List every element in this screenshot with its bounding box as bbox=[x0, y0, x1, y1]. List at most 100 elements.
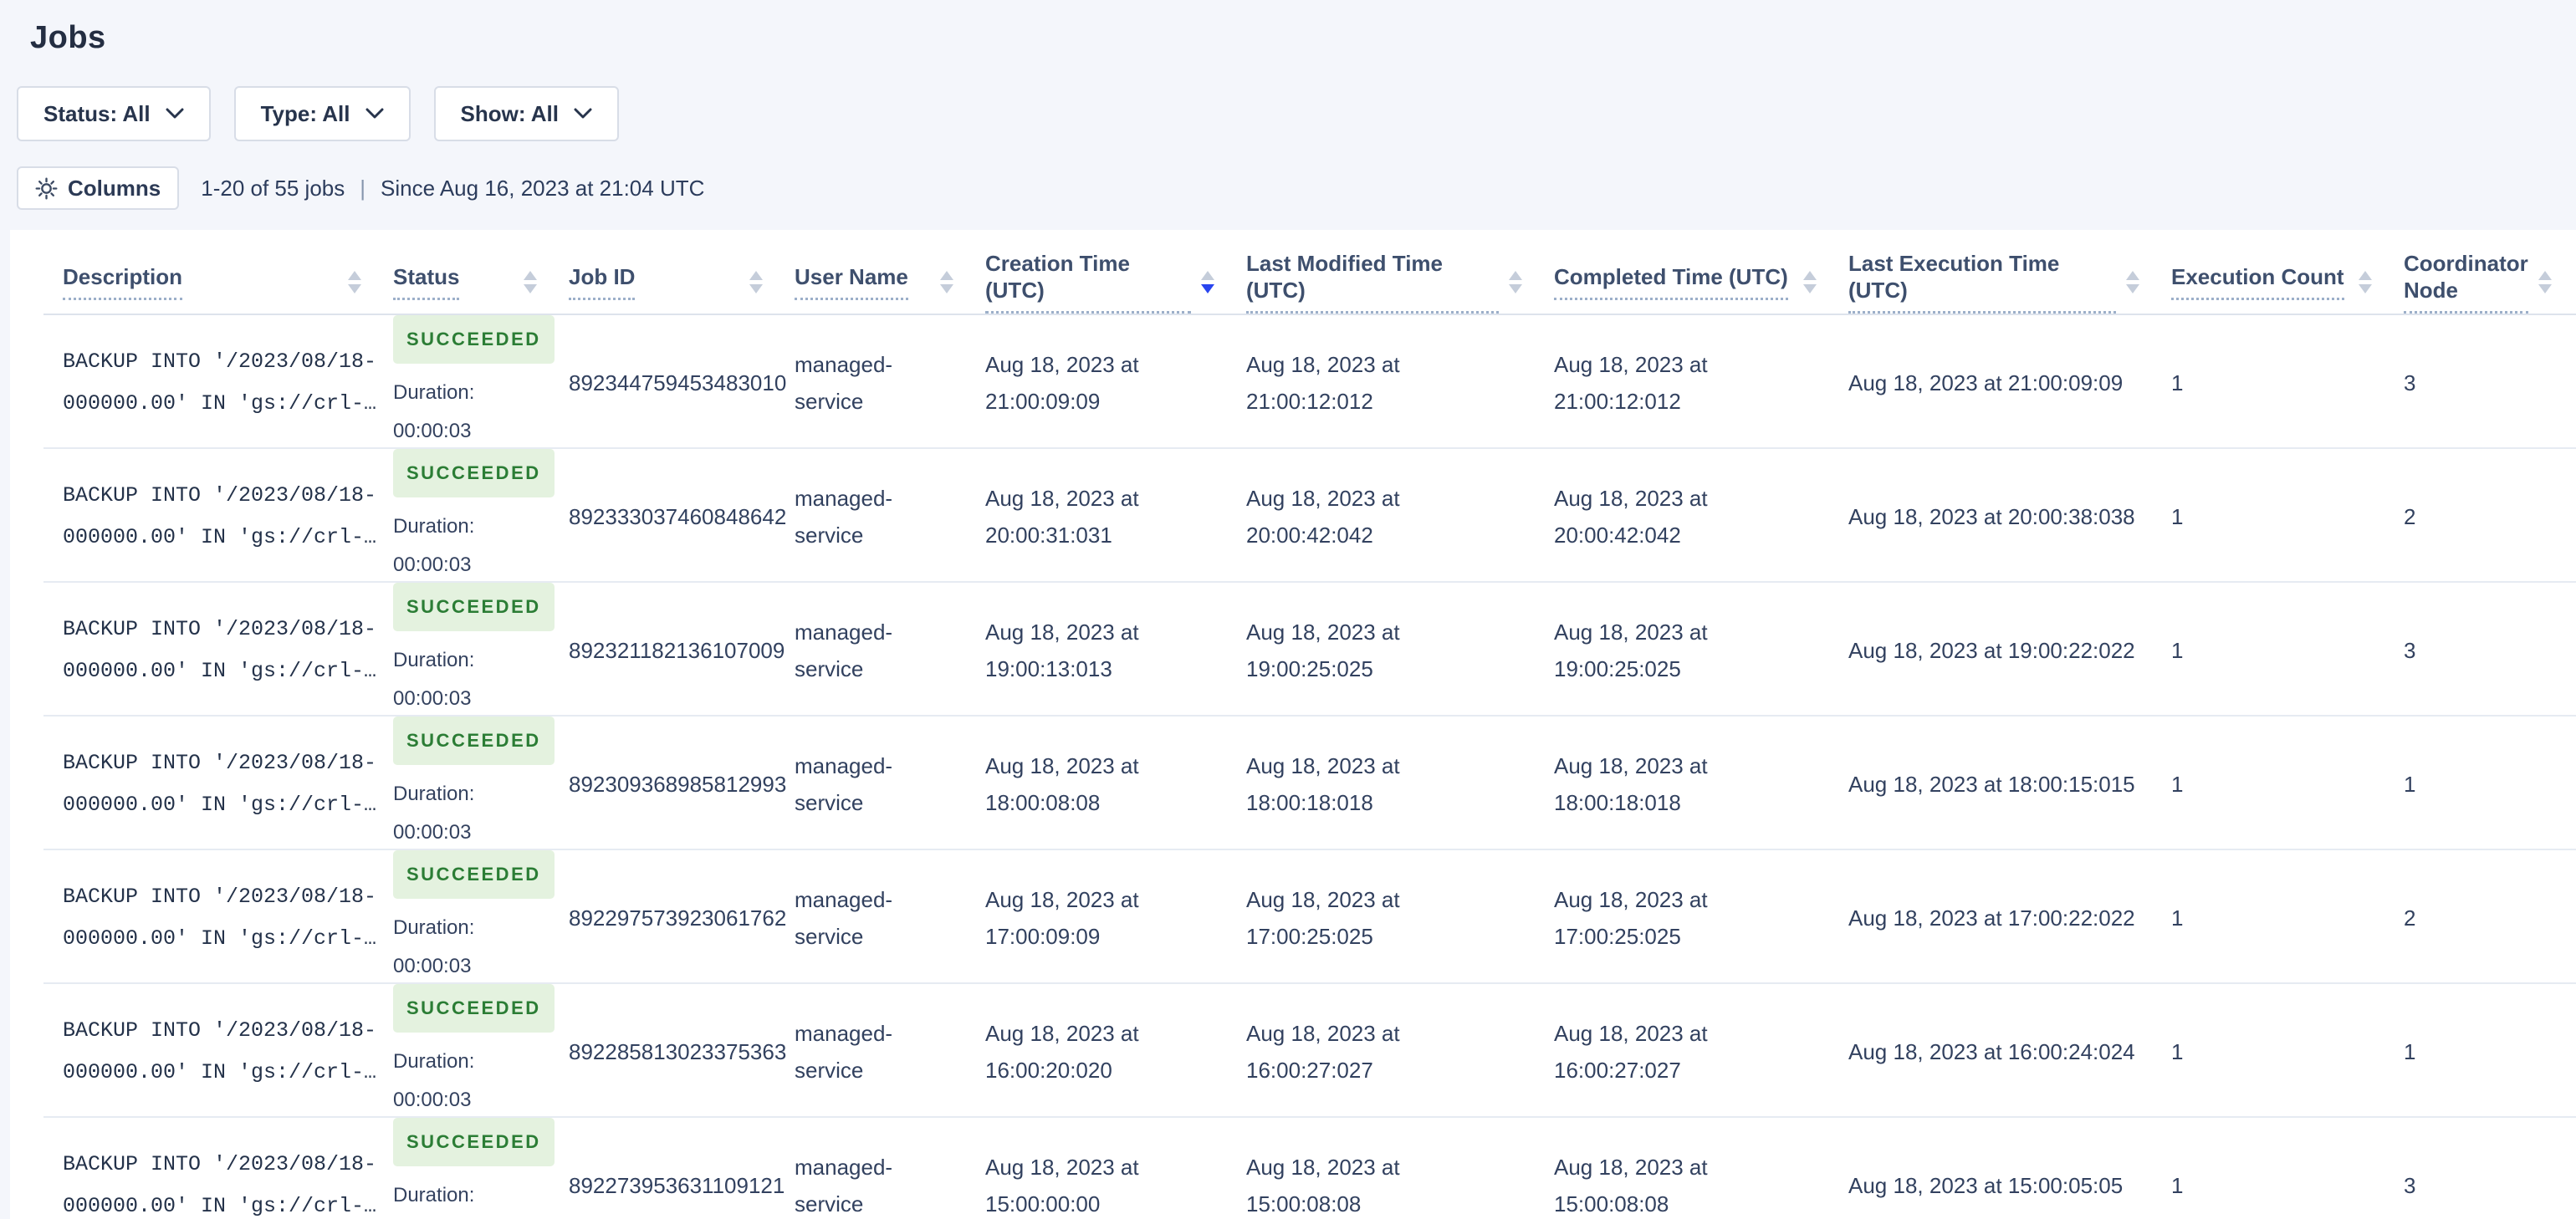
job-description-link[interactable]: BACKUP INTO '/2023/08/18-000000.00' IN '… bbox=[63, 1144, 381, 1219]
sort-asc-icon bbox=[2359, 270, 2372, 280]
sort-control[interactable] bbox=[1509, 270, 1522, 293]
last-modified-time-cell: Aug 18, 2023 at 17:00:25:025 bbox=[1246, 887, 1400, 949]
column-header-label: Creation Time (UTC) bbox=[985, 250, 1191, 314]
table-row[interactable]: BACKUP INTO '/2023/08/18-000000.00' IN '… bbox=[10, 717, 2576, 850]
user-name-cell: managed-service bbox=[795, 747, 985, 821]
job-id-cell: 892344759453483010 bbox=[569, 370, 787, 395]
last-execution-time-cell: Aug 18, 2023 at 19:00:22:022 bbox=[1848, 638, 2135, 663]
column-header[interactable]: Execution Count bbox=[2171, 230, 2404, 315]
completed-time-cell: Aug 18, 2023 at 16:00:27:027 bbox=[1554, 1021, 1708, 1083]
column-header[interactable]: User Name bbox=[795, 230, 985, 315]
creation-time: Aug 18, 2023 at 18:00:08:08 bbox=[985, 753, 1139, 815]
table-toolbar: Columns 1-20 of 55 jobs | Since Aug 16, … bbox=[17, 166, 2576, 210]
status-badge: SUCCEEDED bbox=[393, 315, 555, 364]
status-filter-label: Status: All bbox=[43, 100, 151, 126]
job-id-cell: 892321182136107009 bbox=[569, 638, 785, 663]
execution-count-cell: 1 bbox=[2171, 1173, 2184, 1198]
sort-desc-icon bbox=[2126, 283, 2139, 293]
user-name: managed-service bbox=[795, 753, 893, 815]
status-cell: SUCCEEDED Duration: 00:00:03 bbox=[393, 717, 569, 852]
description-cell: BACKUP INTO '/2023/08/18-000000.00' IN '… bbox=[63, 609, 393, 692]
status-badge: SUCCEEDED bbox=[393, 1118, 555, 1166]
completed-time-cell: Aug 18, 2023 at 17:00:25:025 bbox=[1554, 887, 1708, 949]
creation-time-cell: Aug 18, 2023 at 18:00:08:08 bbox=[985, 747, 1246, 821]
job-description-link[interactable]: BACKUP INTO '/2023/08/18-000000.00' IN '… bbox=[63, 475, 381, 558]
sort-control[interactable] bbox=[749, 270, 763, 293]
job-description-link[interactable]: BACKUP INTO '/2023/08/18-000000.00' IN '… bbox=[63, 341, 381, 425]
job-description-link[interactable]: BACKUP INTO '/2023/08/18-000000.00' IN '… bbox=[63, 1010, 381, 1094]
completed-time-cell: Aug 18, 2023 at 21:00:12:012 bbox=[1554, 352, 1708, 414]
job-description-link[interactable]: BACKUP INTO '/2023/08/18-000000.00' IN '… bbox=[63, 742, 381, 826]
chevron-down-icon bbox=[574, 108, 592, 119]
last-execution-time-cell: Aug 18, 2023 at 21:00:09:09 bbox=[1848, 370, 2124, 395]
results-count: 1-20 of 55 jobs bbox=[201, 175, 345, 201]
creation-time: Aug 18, 2023 at 17:00:09:09 bbox=[985, 887, 1139, 949]
sort-control[interactable] bbox=[1803, 270, 1817, 293]
column-header[interactable]: Status bbox=[393, 230, 569, 315]
job-id-cell: 892309368985812993 bbox=[569, 772, 787, 797]
coordinator-node-cell: 2 bbox=[2404, 905, 2416, 931]
execution-count-cell: 1 bbox=[2171, 772, 2184, 797]
sort-control[interactable] bbox=[2538, 270, 2552, 293]
column-header[interactable]: Job ID bbox=[569, 230, 795, 315]
completed-time-cell: Aug 18, 2023 at 15:00:08:08 bbox=[1554, 1155, 1708, 1216]
user-name: managed-service bbox=[795, 486, 893, 548]
job-duration: Duration: 00:00:03 bbox=[393, 381, 475, 442]
coordinator-node-cell: 1 bbox=[2404, 772, 2416, 797]
table-row[interactable]: BACKUP INTO '/2023/08/18-000000.00' IN '… bbox=[10, 850, 2576, 984]
columns-button-label: Columns bbox=[68, 175, 161, 201]
sort-desc-icon bbox=[749, 283, 763, 293]
column-header[interactable]: Description bbox=[63, 230, 393, 315]
execution-count-cell: 1 bbox=[2171, 370, 2184, 395]
status-cell: SUCCEEDED Duration: 00:00:03 bbox=[393, 315, 569, 451]
job-description-link[interactable]: BACKUP INTO '/2023/08/18-000000.00' IN '… bbox=[63, 609, 381, 692]
sort-control[interactable] bbox=[940, 270, 953, 293]
creation-time: Aug 18, 2023 at 15:00:00:00 bbox=[985, 1155, 1139, 1216]
sort-control[interactable] bbox=[2359, 270, 2372, 293]
filter-bar: Status: All Type: All Show: All bbox=[17, 86, 2576, 141]
jobs-table: Description Status Job ID User Name Crea… bbox=[10, 230, 2576, 1219]
table-row[interactable]: BACKUP INTO '/2023/08/18-000000.00' IN '… bbox=[10, 583, 2576, 717]
last-modified-time-cell: Aug 18, 2023 at 20:00:42:042 bbox=[1246, 486, 1400, 548]
show-filter-dropdown[interactable]: Show: All bbox=[433, 86, 619, 141]
creation-time-cell: Aug 18, 2023 at 16:00:20:020 bbox=[985, 1015, 1246, 1089]
execution-count-cell: 1 bbox=[2171, 638, 2184, 663]
last-modified-time-cell: Aug 18, 2023 at 18:00:18:018 bbox=[1246, 753, 1400, 815]
type-filter-dropdown[interactable]: Type: All bbox=[233, 86, 411, 141]
sort-control[interactable] bbox=[2126, 270, 2139, 293]
show-filter-label: Show: All bbox=[460, 100, 559, 126]
status-filter-dropdown[interactable]: Status: All bbox=[17, 86, 211, 141]
creation-time-cell: Aug 18, 2023 at 15:00:00:00 bbox=[985, 1149, 1246, 1219]
chevron-down-icon bbox=[166, 108, 184, 119]
column-header[interactable]: Coordinator Node bbox=[2404, 230, 2576, 315]
description-cell: BACKUP INTO '/2023/08/18-000000.00' IN '… bbox=[63, 1010, 393, 1094]
column-header-label: Completed Time (UTC) bbox=[1554, 263, 1788, 300]
sort-control[interactable] bbox=[524, 270, 537, 293]
table-row[interactable]: BACKUP INTO '/2023/08/18-000000.00' IN '… bbox=[10, 1118, 2576, 1219]
column-header[interactable]: Creation Time (UTC) bbox=[985, 230, 1246, 315]
creation-time: Aug 18, 2023 at 21:00:09:09 bbox=[985, 352, 1139, 414]
last-modified-time-cell: Aug 18, 2023 at 21:00:12:012 bbox=[1246, 352, 1400, 414]
table-row[interactable]: BACKUP INTO '/2023/08/18-000000.00' IN '… bbox=[10, 984, 2576, 1118]
coordinator-node-cell: 3 bbox=[2404, 370, 2416, 395]
status-cell: SUCCEEDED Duration: 00:00:03 bbox=[393, 850, 569, 986]
sort-control[interactable] bbox=[1201, 270, 1214, 293]
table-row[interactable]: BACKUP INTO '/2023/08/18-000000.00' IN '… bbox=[10, 449, 2576, 583]
user-name: managed-service bbox=[795, 887, 893, 949]
job-description-link[interactable]: BACKUP INTO '/2023/08/18-000000.00' IN '… bbox=[63, 876, 381, 960]
column-header[interactable]: Last Modified Time (UTC) bbox=[1246, 230, 1554, 315]
table-row[interactable]: BACKUP INTO '/2023/08/18-000000.00' IN '… bbox=[10, 315, 2576, 449]
sort-control[interactable] bbox=[348, 270, 361, 293]
description-cell: BACKUP INTO '/2023/08/18-000000.00' IN '… bbox=[63, 341, 393, 425]
column-header[interactable]: Last Execution Time (UTC) bbox=[1848, 230, 2171, 315]
user-name-cell: managed-service bbox=[795, 1149, 985, 1219]
column-header[interactable]: Completed Time (UTC) bbox=[1554, 230, 1848, 315]
creation-time-cell: Aug 18, 2023 at 21:00:09:09 bbox=[985, 346, 1246, 420]
job-duration: Duration: 00:00:03 bbox=[393, 1050, 475, 1111]
status-badge: SUCCEEDED bbox=[393, 583, 555, 631]
columns-button[interactable]: Columns bbox=[17, 166, 180, 210]
user-name-cell: managed-service bbox=[795, 346, 985, 420]
description-cell: BACKUP INTO '/2023/08/18-000000.00' IN '… bbox=[63, 742, 393, 826]
sort-desc-icon bbox=[1201, 283, 1214, 293]
sort-asc-icon bbox=[749, 270, 763, 280]
